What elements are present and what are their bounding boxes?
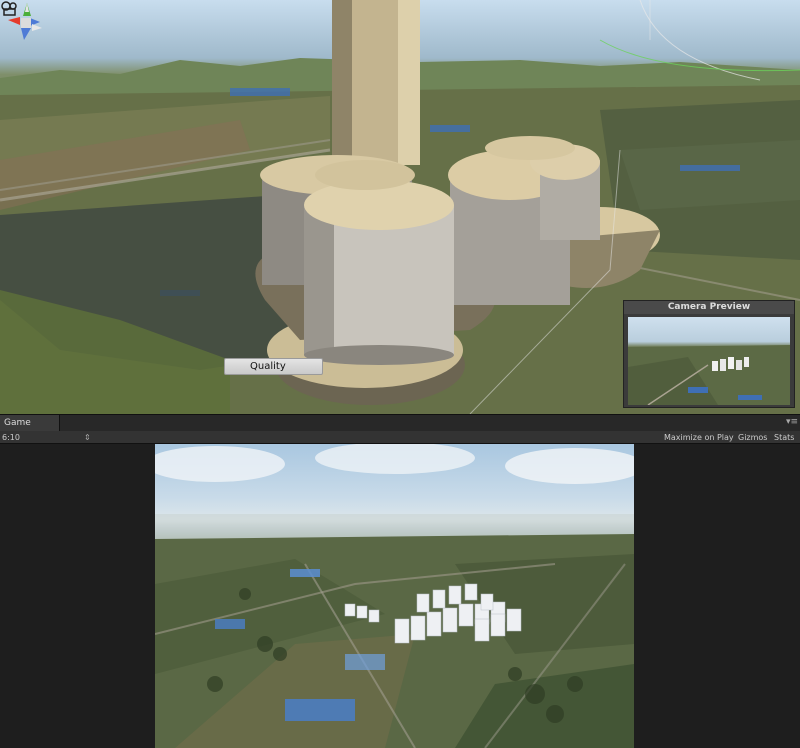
panel-menu-icon[interactable]: ▾≡ xyxy=(786,418,798,427)
orientation-gizmo-icon[interactable] xyxy=(0,0,50,44)
game-tabbar: Game ▾≡ xyxy=(0,414,800,432)
maximize-on-play-toggle[interactable]: Maximize on Play xyxy=(661,431,737,444)
camera-preview-render xyxy=(628,317,790,405)
camera-preview-title: Camera Preview xyxy=(624,301,794,314)
game-render xyxy=(155,444,634,748)
scene-view[interactable]: Quality Camera Preview xyxy=(0,0,800,414)
quality-button[interactable]: Quality xyxy=(224,358,323,375)
game-view-area xyxy=(0,444,800,748)
stats-toggle[interactable]: Stats xyxy=(771,431,797,444)
game-toolbar: 6:10 ⇕ Maximize on Play Gizmos Stats xyxy=(0,431,800,444)
dropdown-arrow-icon: ⇕ xyxy=(84,433,91,442)
camera-preview-panel: Camera Preview xyxy=(623,300,795,408)
aspect-value: 6:10 xyxy=(2,433,20,442)
aspect-dropdown[interactable]: 6:10 ⇕ xyxy=(2,431,92,444)
unity-editor: Quality Camera Preview Game ▾≡ 6:10 ⇕ Ma… xyxy=(0,0,800,748)
gizmos-toggle[interactable]: Gizmos xyxy=(735,431,770,444)
tab-game[interactable]: Game xyxy=(0,415,60,432)
game-view[interactable] xyxy=(155,444,634,748)
